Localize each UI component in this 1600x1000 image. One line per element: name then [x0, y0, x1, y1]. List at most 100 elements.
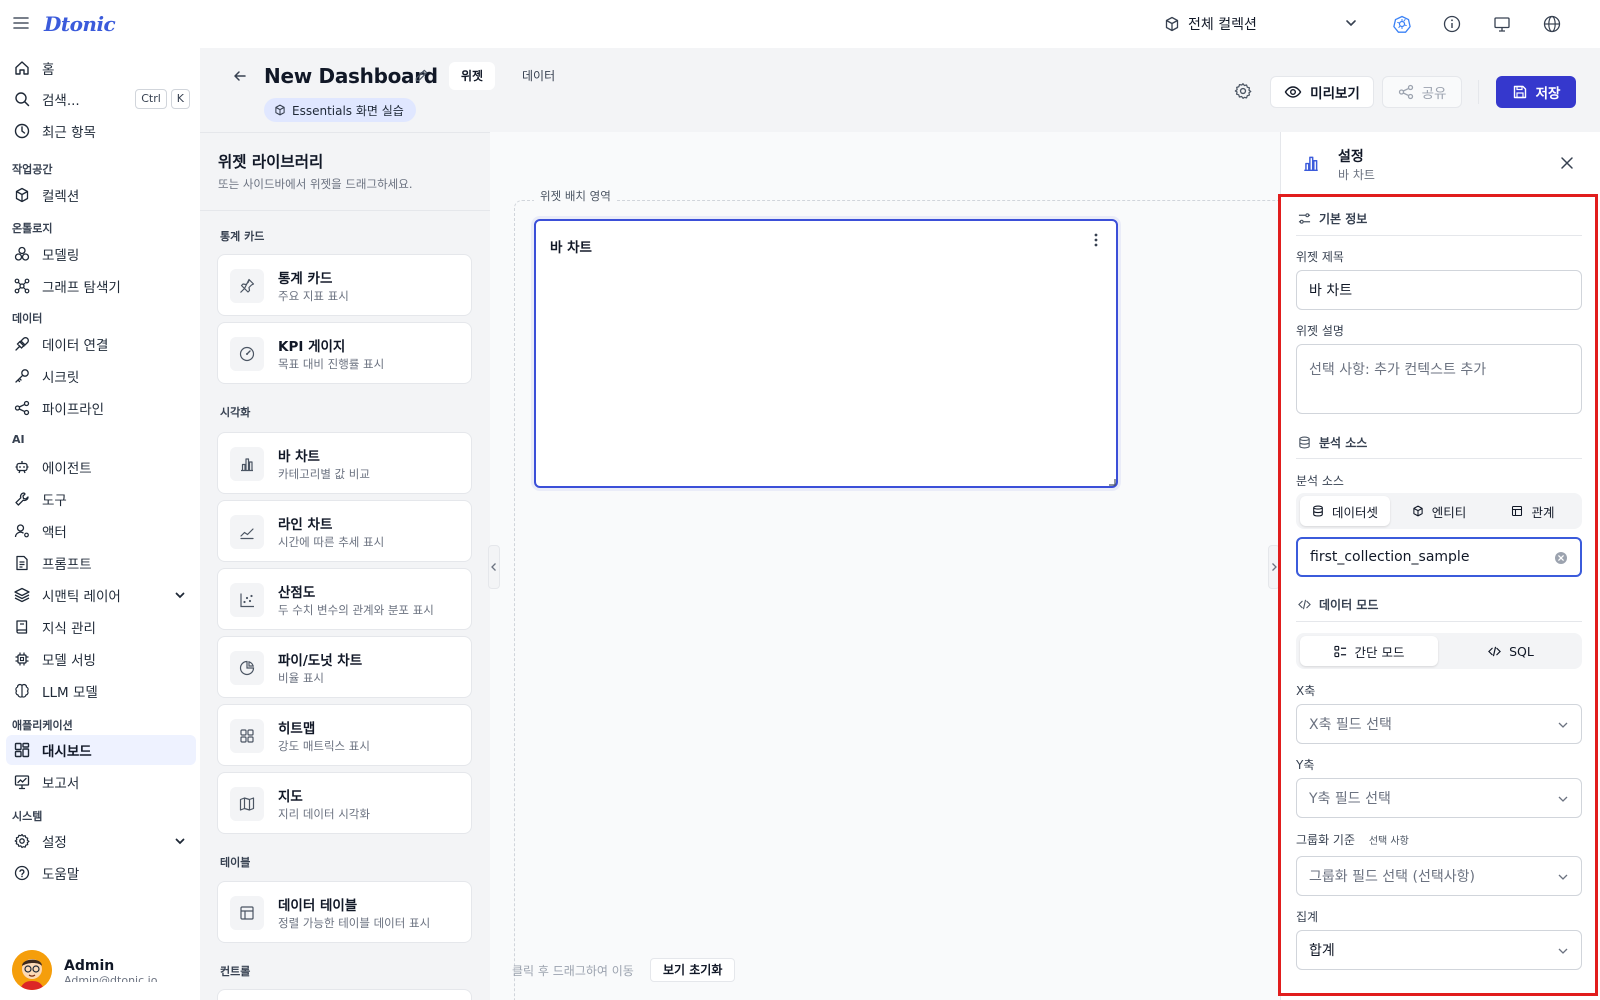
library-section-visualization: 시각화	[220, 406, 251, 419]
app-logo[interactable]: Dtonic	[44, 12, 116, 36]
widget-card-map[interactable]: 지도 지리 데이터 시각화	[217, 772, 472, 834]
sidebar-item-graph-explorer[interactable]: 그래프 탐색기	[6, 271, 196, 301]
label-text: 그룹화 기준	[1296, 833, 1356, 847]
globe-icon[interactable]	[1542, 14, 1562, 34]
sidebar-item-semantic-layer[interactable]: 시맨틱 레이어	[6, 580, 196, 610]
sidebar-item-label: 시맨틱 레이어	[42, 589, 121, 605]
sidebar-item-collection[interactable]: 컬렉션	[6, 180, 196, 210]
collection-selector[interactable]: 전체 컬렉션	[1164, 12, 1257, 36]
widget-title-input[interactable]: 바 차트	[1296, 270, 1582, 310]
more-vertical-icon[interactable]	[1090, 232, 1102, 248]
collection-badge[interactable]: Essentials 화면 실습	[264, 98, 416, 122]
x-axis-select[interactable]: X축 필드 선택	[1296, 704, 1582, 744]
tab-data[interactable]: 데이터	[510, 62, 567, 90]
widget-card-line-chart[interactable]: 라인 차트 시간에 따른 추세 표시	[217, 500, 472, 562]
close-icon[interactable]	[1560, 156, 1574, 170]
sidebar-item-prompt[interactable]: 프롬프트	[6, 548, 196, 578]
divider	[1296, 621, 1582, 622]
reset-view-button[interactable]: 보기 초기화	[650, 958, 736, 982]
group-by-label: 그룹화 기준 선택 사항	[1296, 831, 1409, 848]
sidebar-item-label: 시크릿	[42, 370, 80, 386]
card-title: 라인 차트	[278, 517, 333, 533]
widget-card-control[interactable]	[217, 989, 472, 1000]
tab-sql-mode[interactable]: SQL	[1442, 636, 1580, 666]
cube-icon	[1412, 505, 1424, 517]
sidebar-item-model-serving[interactable]: 모델 서빙	[6, 644, 196, 674]
gear-icon[interactable]	[1234, 82, 1252, 100]
aggregation-label: 집계	[1296, 910, 1319, 924]
widget-card-heatmap[interactable]: 히트맵 강도 매트릭스 표시	[217, 704, 472, 766]
group-by-select[interactable]: 그룹화 필드 선택 (선택사항)	[1296, 856, 1582, 896]
sidebar-item-pipeline[interactable]: 파이프라인	[6, 393, 196, 423]
tab-widget[interactable]: 위젯	[449, 62, 496, 90]
sidebar-item-llm-model[interactable]: LLM 모델	[6, 676, 196, 706]
sidebar-item-agent[interactable]: 에이전트	[6, 452, 196, 482]
info-icon[interactable]	[1442, 14, 1462, 34]
widget-card-bar-chart[interactable]: 바 차트 카테고리별 값 비교	[217, 432, 472, 494]
widget-description-textarea[interactable]: 선택 사항: 추가 컨텍스트 추가	[1296, 344, 1582, 414]
widget-card-kpi-gauge[interactable]: KPI 게이지 목표 대비 진행률 표시	[217, 322, 472, 384]
sidebar-item-knowledge[interactable]: 지식 관리	[6, 612, 196, 642]
widget-card-pie-chart[interactable]: 파이/도넛 차트 비율 표시	[217, 636, 472, 698]
sidebar-item-actor[interactable]: 액터	[6, 516, 196, 546]
sidebar-item-label: 홈	[42, 62, 55, 78]
sidebar-item-help[interactable]: 도움말	[6, 858, 196, 888]
sliders-icon	[1298, 212, 1311, 225]
sidebar-item-dashboard[interactable]: 대시보드	[6, 735, 196, 765]
dataset-select[interactable]: first_collection_sample	[1296, 537, 1582, 577]
wrench-icon	[14, 491, 30, 507]
sidebar-item-label: 그래프 탐색기	[42, 280, 121, 296]
share-button[interactable]: 공유	[1382, 76, 1462, 108]
sidebar-item-label: 데이터 연결	[42, 338, 109, 354]
list-icon	[1333, 645, 1347, 658]
section-basic-info: 기본 정보	[1298, 210, 1367, 227]
tab-simple-mode[interactable]: 간단 모드	[1300, 636, 1438, 666]
chevron-down-icon[interactable]	[1344, 16, 1358, 30]
collapse-left-icon[interactable]	[488, 545, 500, 589]
sidebar-item-label: 에이전트	[42, 461, 92, 477]
bar-chart-widget[interactable]	[534, 219, 1118, 488]
layers-icon	[14, 587, 30, 603]
sidebar-section-system: 시스템	[12, 810, 43, 823]
sidebar-item-home[interactable]: 홈	[6, 53, 196, 83]
tab-entity[interactable]: 엔티티	[1394, 496, 1484, 526]
sidebar-item-modeling[interactable]: 모델링	[6, 239, 196, 269]
widget-card-data-table[interactable]: 데이터 테이블 정렬 가능한 테이블 데이터 표시	[217, 881, 472, 943]
preview-button[interactable]: 미리보기	[1270, 76, 1374, 108]
menu-icon[interactable]	[12, 14, 30, 32]
sidebar-item-secret[interactable]: 시크릿	[6, 361, 196, 391]
monitor-icon[interactable]	[1492, 14, 1512, 34]
map-icon	[230, 787, 264, 821]
back-arrow-icon[interactable]	[232, 68, 248, 84]
home-icon	[14, 60, 30, 76]
sidebar-item-label: 보고서	[42, 776, 80, 792]
section-analysis-source: 분석 소스	[1298, 434, 1367, 451]
clear-icon[interactable]	[1554, 551, 1568, 565]
sidebar-item-report[interactable]: 보고서	[6, 767, 196, 797]
user-profile[interactable]: Admin Admin@dtonic.io	[12, 950, 157, 990]
aggregation-select[interactable]: 합계	[1296, 930, 1582, 970]
sidebar-item-label: 파이프라인	[42, 402, 105, 418]
sidebar-item-data-connection[interactable]: 데이터 연결	[6, 329, 196, 359]
kubernetes-icon[interactable]	[1392, 14, 1412, 34]
sidebar-item-recent[interactable]: 최근 항목	[6, 116, 196, 146]
sidebar-item-label: 설정	[42, 835, 67, 851]
widget-card-stat[interactable]: 통계 카드 주요 지표 표시	[217, 254, 472, 316]
shortcut-keys: Ctrl K	[135, 89, 190, 109]
widget-card-scatter[interactable]: 산점도 두 수치 변수의 관계와 분포 표시	[217, 568, 472, 630]
widget-title-label: 위젯 제목	[1296, 250, 1344, 264]
tab-dataset[interactable]: 데이터셋	[1300, 496, 1390, 526]
sidebar-item-label: 컬렉션	[42, 189, 80, 205]
tab-relation[interactable]: 관계	[1488, 496, 1578, 526]
sidebar-section-workspace: 작업공간	[12, 163, 53, 176]
chevron-down-icon[interactable]	[174, 589, 186, 601]
sidebar-section-apps: 애플리케이션	[12, 719, 73, 732]
save-button[interactable]: 저장	[1496, 76, 1576, 108]
chevron-down-icon[interactable]	[174, 835, 186, 847]
sidebar-item-tools[interactable]: 도구	[6, 484, 196, 514]
sidebar-item-settings[interactable]: 설정	[6, 826, 196, 856]
resize-handle-icon[interactable]	[1108, 478, 1116, 486]
pencil-icon[interactable]	[414, 68, 429, 83]
sidebar-item-search[interactable]: 검색... Ctrl K	[6, 84, 196, 114]
y-axis-select[interactable]: Y축 필드 선택	[1296, 778, 1582, 818]
